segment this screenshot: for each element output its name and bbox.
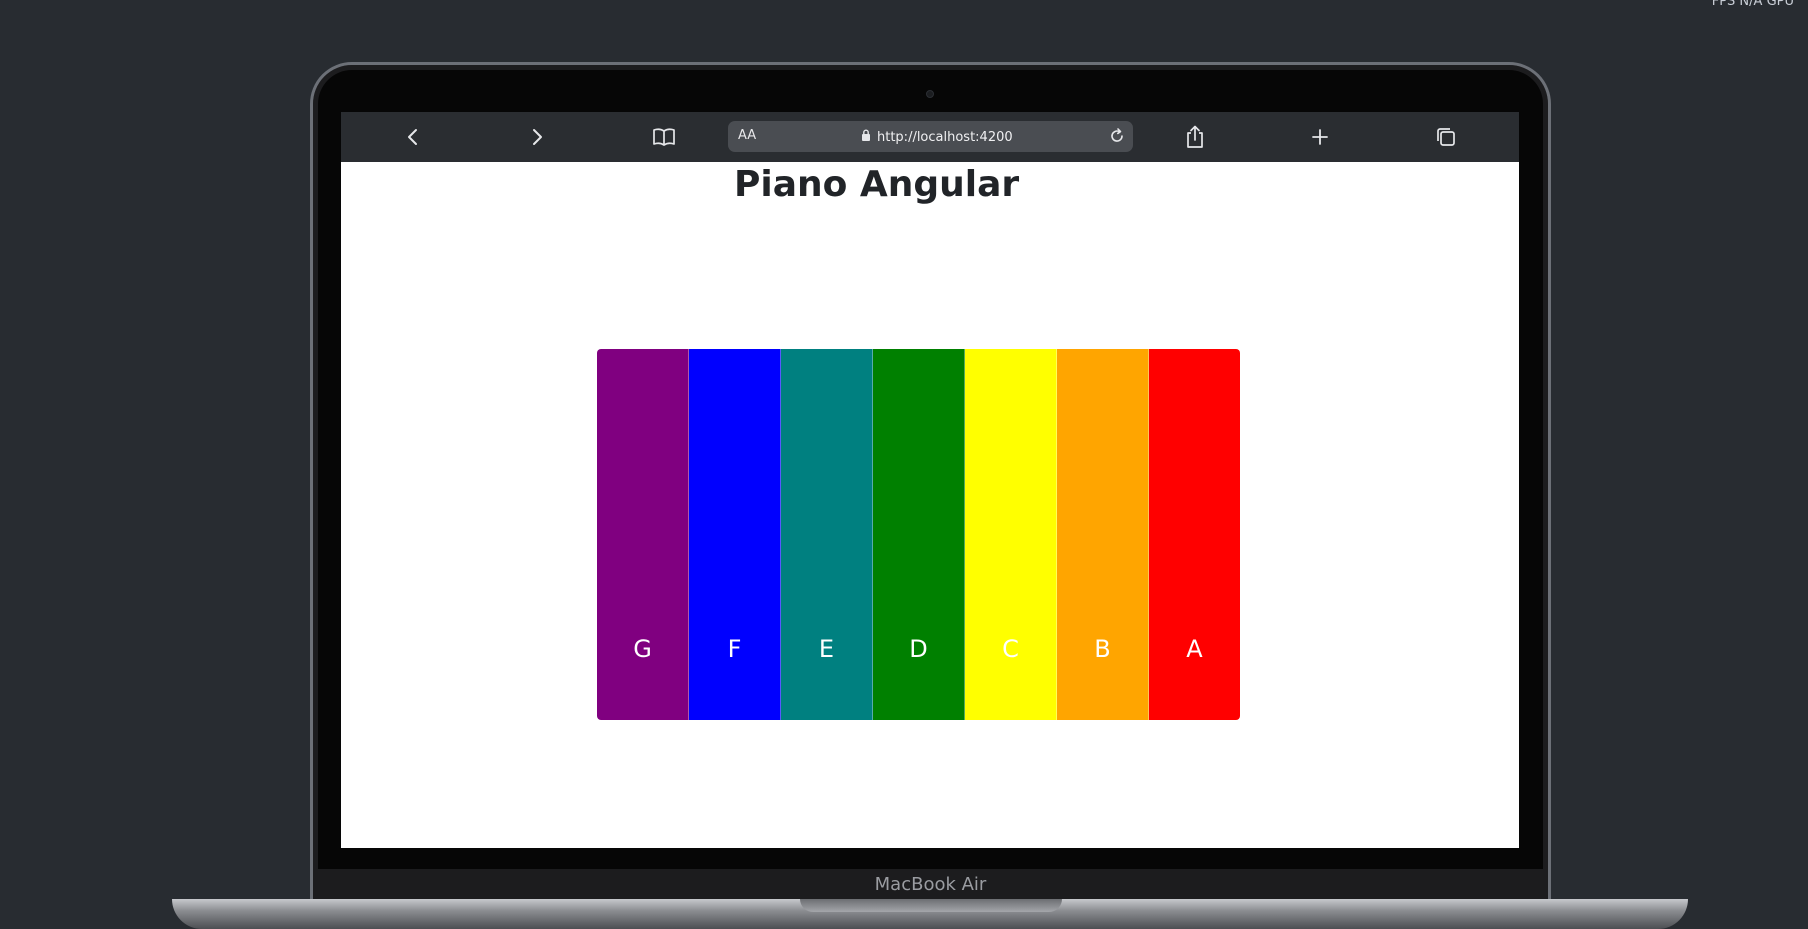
piano-key-label: G xyxy=(633,635,652,663)
camera xyxy=(926,90,934,98)
piano-keyboard: GFEDCBA xyxy=(597,349,1240,720)
url-text: http://localhost:4200 xyxy=(877,129,1013,145)
piano-key-label: A xyxy=(1186,635,1203,663)
piano-key-label: B xyxy=(1094,635,1111,663)
piano-key-d[interactable]: D xyxy=(873,349,965,720)
piano-key-c[interactable]: C xyxy=(965,349,1057,720)
piano-key-e[interactable]: E xyxy=(781,349,873,720)
piano-key-label: E xyxy=(818,635,835,663)
address-bar[interactable]: AA http://localhost:4200 xyxy=(728,121,1133,152)
piano-key-label: F xyxy=(727,635,742,663)
reader-mode-button[interactable]: AA xyxy=(738,128,756,143)
tabs-overview-icon[interactable] xyxy=(1433,124,1459,150)
laptop-bottom-bezel: MacBook Air xyxy=(316,869,1545,900)
piano-key-g[interactable]: G xyxy=(597,349,689,720)
browser-toolbar: AA http://localhost:4200 xyxy=(341,112,1519,162)
laptop-notch xyxy=(800,899,1062,912)
piano-key-a[interactable]: A xyxy=(1149,349,1240,720)
share-icon[interactable] xyxy=(1182,124,1208,150)
forward-icon[interactable] xyxy=(524,124,550,150)
reload-icon[interactable] xyxy=(1107,126,1127,146)
piano-key-label: D xyxy=(909,635,928,663)
fps-status: FPS N/A GPU xyxy=(1711,0,1794,9)
bookmarks-icon[interactable] xyxy=(651,124,677,150)
device-label: MacBook Air xyxy=(874,874,987,895)
stage: FPS N/A GPU AA http://localhost:4200 Pia… xyxy=(0,0,1808,929)
piano-key-f[interactable]: F xyxy=(689,349,781,720)
back-icon[interactable] xyxy=(400,124,426,150)
browser-window: AA http://localhost:4200 Piano Angular G… xyxy=(341,112,1519,848)
new-tab-icon[interactable] xyxy=(1307,124,1333,150)
page-title: Piano Angular xyxy=(734,164,1020,205)
lock-icon xyxy=(861,128,871,146)
piano-key-b[interactable]: B xyxy=(1057,349,1149,720)
piano-key-label: C xyxy=(1002,635,1019,663)
